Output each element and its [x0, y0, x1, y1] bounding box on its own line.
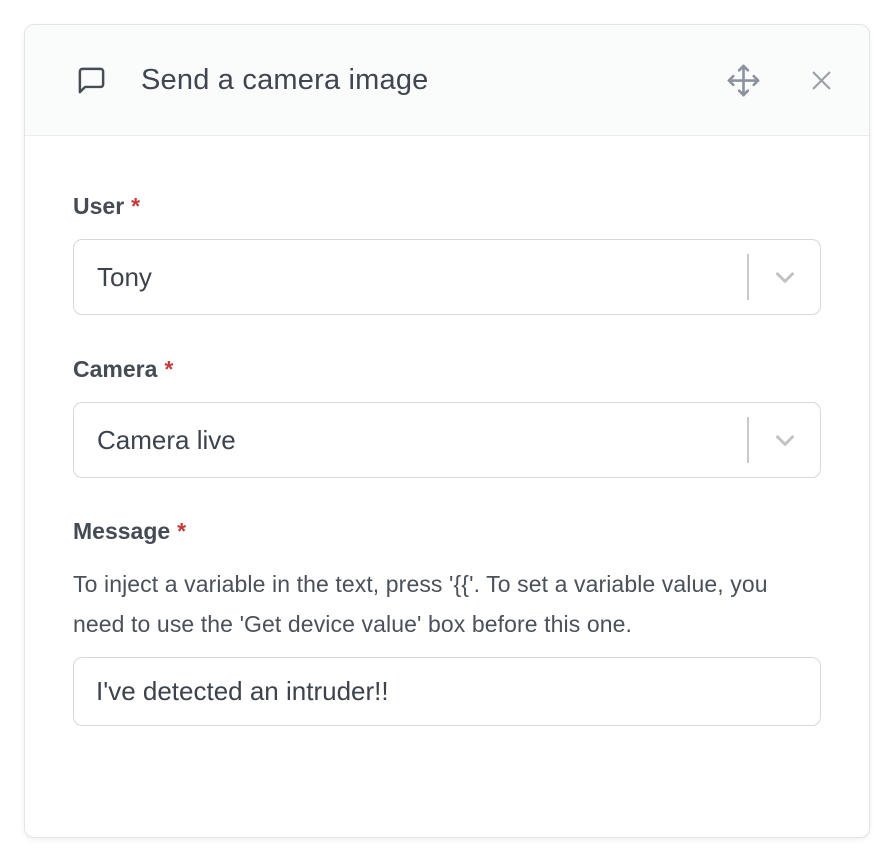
card-body: User* Tony Camera* Camera l: [25, 136, 869, 726]
chevron-down-icon: [749, 262, 820, 292]
message-square-icon: [76, 65, 107, 96]
card-title: Send a camera image: [141, 64, 429, 97]
camera-label: Camera *: [73, 356, 821, 383]
required-asterisk: *: [177, 518, 186, 544]
required-asterisk: *: [164, 356, 173, 382]
chevron-down-icon: [749, 425, 820, 455]
move-icon[interactable]: [726, 63, 761, 98]
user-select[interactable]: Tony: [73, 239, 821, 315]
message-input[interactable]: [73, 657, 821, 726]
page-background: Send a camera image: [0, 0, 894, 868]
send-camera-image-card: Send a camera image: [24, 24, 870, 838]
camera-field: Camera * Camera live: [73, 356, 821, 478]
close-icon[interactable]: [808, 67, 835, 94]
user-label-text: User: [73, 193, 124, 219]
camera-label-text: Camera: [73, 356, 157, 382]
user-field: User * Tony: [73, 193, 821, 315]
message-field: Message * To inject a variable in the tex…: [73, 518, 821, 726]
header-actions: [726, 63, 835, 98]
message-help-text: To inject a variable in the text, press …: [73, 564, 821, 644]
message-label: Message *: [73, 518, 821, 545]
user-label: User *: [73, 193, 821, 220]
card-header: Send a camera image: [25, 25, 869, 136]
camera-select[interactable]: Camera live: [73, 402, 821, 478]
camera-select-value: Camera live: [97, 425, 236, 456]
user-select-value: Tony: [97, 262, 152, 293]
required-asterisk: *: [131, 193, 140, 219]
message-label-text: Message: [73, 518, 170, 544]
